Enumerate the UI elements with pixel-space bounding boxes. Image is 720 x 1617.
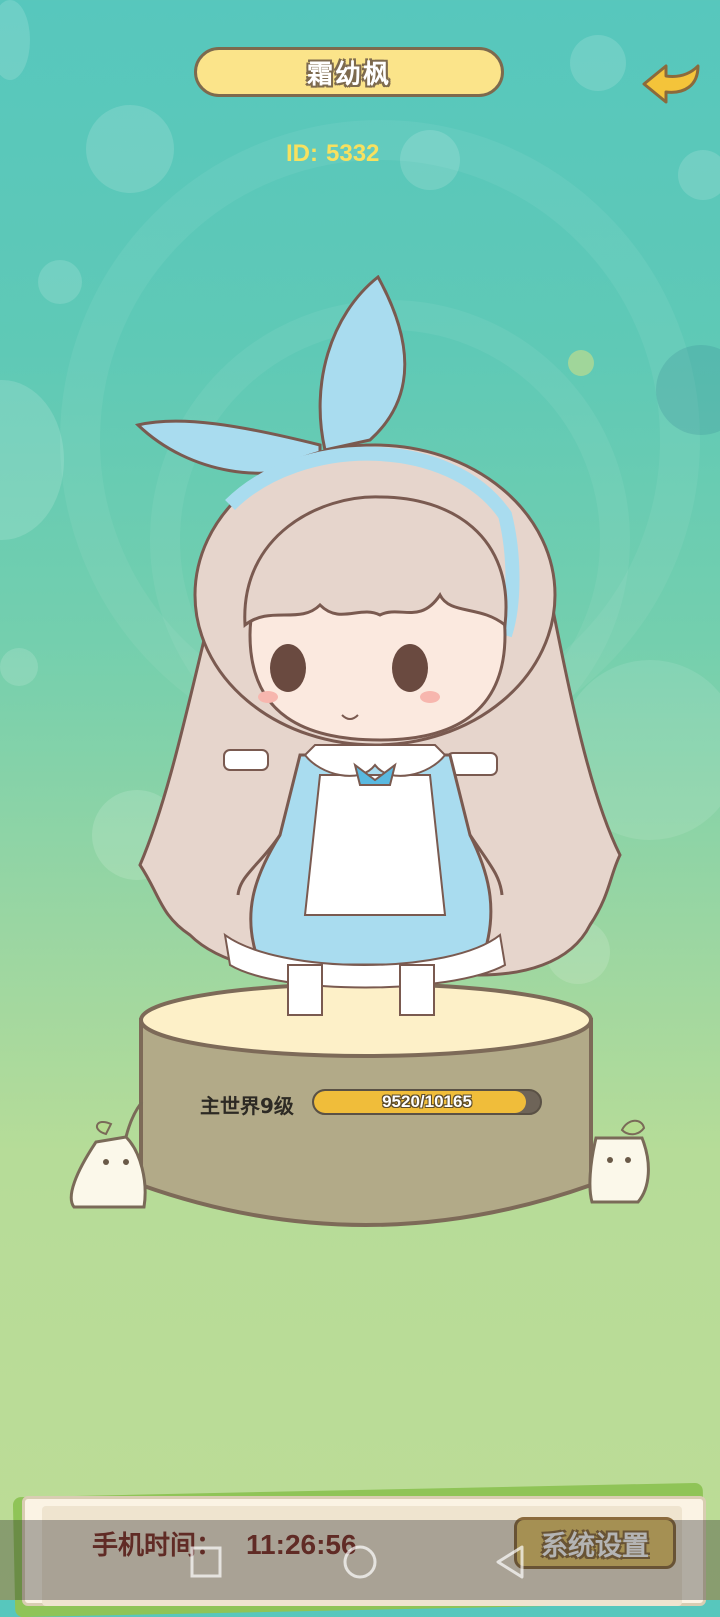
nav-home-button[interactable]	[340, 1542, 380, 1582]
world-level-label: 主世界9级	[200, 1094, 294, 1118]
nav-recents-button[interactable]	[186, 1542, 226, 1582]
player-name: 霜幼枫	[306, 59, 391, 90]
player-id: ID: 5332	[286, 140, 379, 168]
player-id-label: ID:	[286, 140, 318, 167]
exp-progress-bar: 9520/10165	[312, 1089, 542, 1115]
right-eye	[392, 644, 428, 692]
left-eye	[270, 644, 306, 692]
sprout-creature-left	[69, 1102, 147, 1209]
circle-home-icon	[343, 1545, 377, 1579]
player-id-value: 5332	[326, 140, 380, 167]
sprout-creature-right	[588, 1119, 650, 1204]
player-name-plate: 霜幼枫	[194, 47, 504, 97]
nav-back-button[interactable]	[492, 1542, 532, 1582]
exp-progress-text: 9520/10165	[382, 1092, 472, 1111]
back-arrow-icon	[642, 64, 700, 104]
back-button[interactable]	[640, 52, 710, 108]
character-avatar[interactable]	[120, 275, 640, 1055]
square-recents-icon	[190, 1546, 222, 1578]
triangle-back-icon	[496, 1545, 524, 1579]
